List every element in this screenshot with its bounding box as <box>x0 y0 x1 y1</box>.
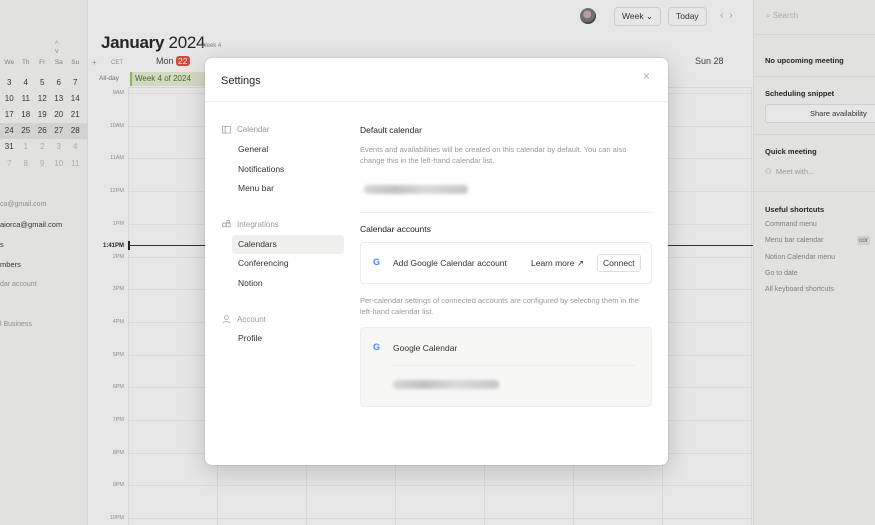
nav-group-account: Account <box>222 315 266 324</box>
connect-button[interactable]: Connect <box>597 254 641 272</box>
per-calendar-note: Per-calendar settings of connected accou… <box>360 296 639 316</box>
nav-group-label: Calendar <box>237 125 270 134</box>
connected-account-email <box>393 380 499 389</box>
add-google-account-label: Add Google Calendar account <box>393 258 507 268</box>
integrations-icon <box>222 220 231 228</box>
google-calendar-account-card: G Google Calendar <box>360 327 652 407</box>
default-calendar-description: Events and availabilities will be create… <box>360 145 627 165</box>
settings-title: Settings <box>221 75 261 87</box>
default-calendar-select[interactable] <box>364 185 468 194</box>
nav-group-label: Integrations <box>237 220 279 229</box>
person-icon <box>222 315 231 324</box>
calendar-accounts-heading: Calendar accounts <box>360 224 431 234</box>
nav-item-profile[interactable]: Profile <box>232 329 344 348</box>
section-divider <box>360 212 652 213</box>
header-divider <box>205 101 668 102</box>
google-calendar-label: Google Calendar <box>393 343 458 353</box>
google-icon: G <box>373 257 380 267</box>
settings-modal: Settings × Calendar General Notification… <box>205 58 668 465</box>
nav-group-label: Account <box>237 315 266 324</box>
calendar-icon <box>222 125 231 134</box>
nav-item-notifications[interactable]: Notifications <box>232 160 344 179</box>
nav-item-conferencing[interactable]: Conferencing <box>232 254 344 273</box>
learn-more-link[interactable]: Learn more ↗ <box>531 258 584 269</box>
add-account-row: G Add Google Calendar account Learn more… <box>360 242 652 284</box>
default-calendar-heading: Default calendar <box>360 125 422 135</box>
nav-group-integrations: Integrations <box>222 220 279 229</box>
card-divider <box>391 365 635 366</box>
google-icon: G <box>373 342 380 352</box>
close-icon[interactable]: × <box>643 69 650 83</box>
nav-item-menu-bar[interactable]: Menu bar <box>232 179 344 198</box>
nav-group-calendar: Calendar <box>222 125 269 134</box>
google-letter: G <box>373 342 381 352</box>
nav-item-calendars[interactable]: Calendars <box>232 235 344 254</box>
nav-item-notion[interactable]: Notion <box>232 274 344 293</box>
nav-item-general[interactable]: General <box>232 140 344 159</box>
google-letter: G <box>373 257 381 267</box>
